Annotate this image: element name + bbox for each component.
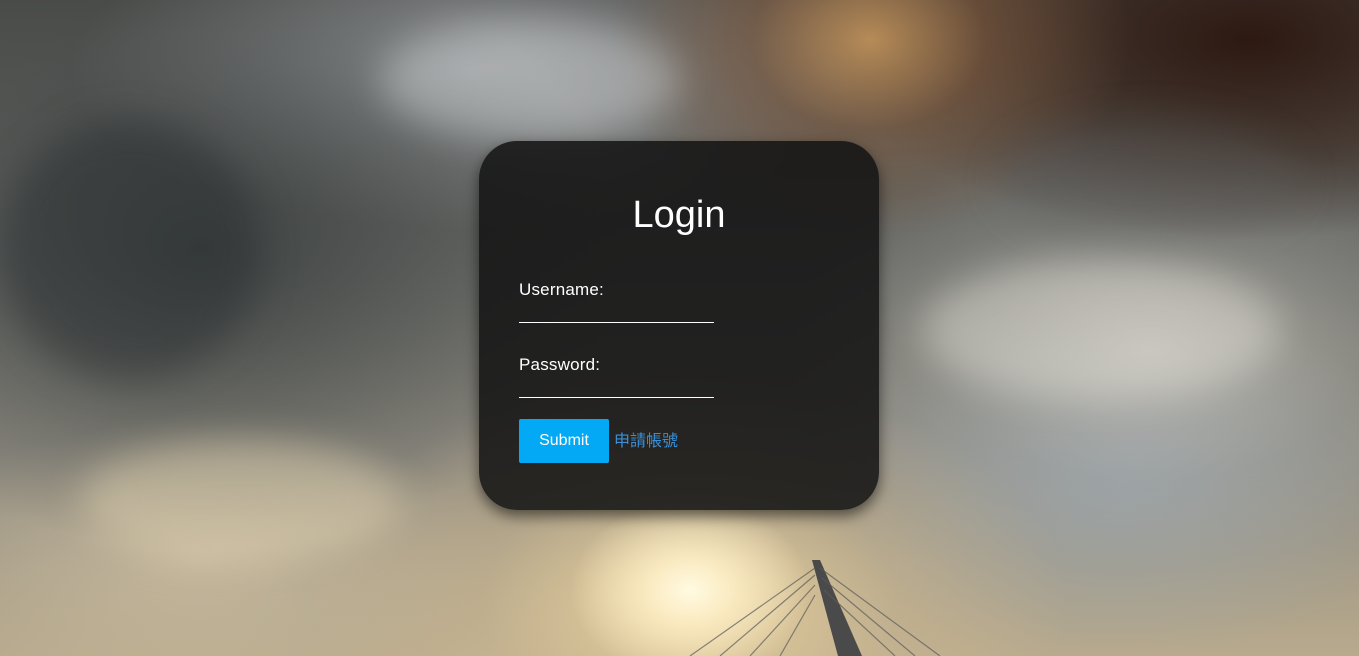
login-actions: Submit 申請帳號: [519, 419, 678, 463]
password-label: Password:: [519, 355, 601, 374]
login-title: Login: [632, 194, 726, 236]
username-label: Username:: [519, 280, 604, 299]
password-field-group: Password:: [519, 355, 714, 398]
submit-button[interactable]: Submit: [519, 419, 609, 463]
register-account-link[interactable]: 申請帳號: [614, 419, 678, 463]
password-input[interactable]: [519, 375, 714, 398]
username-input[interactable]: [519, 300, 714, 323]
login-card: Login Username: Password: Submit 申請帳號: [479, 141, 879, 510]
username-field-group: Username:: [519, 280, 714, 323]
